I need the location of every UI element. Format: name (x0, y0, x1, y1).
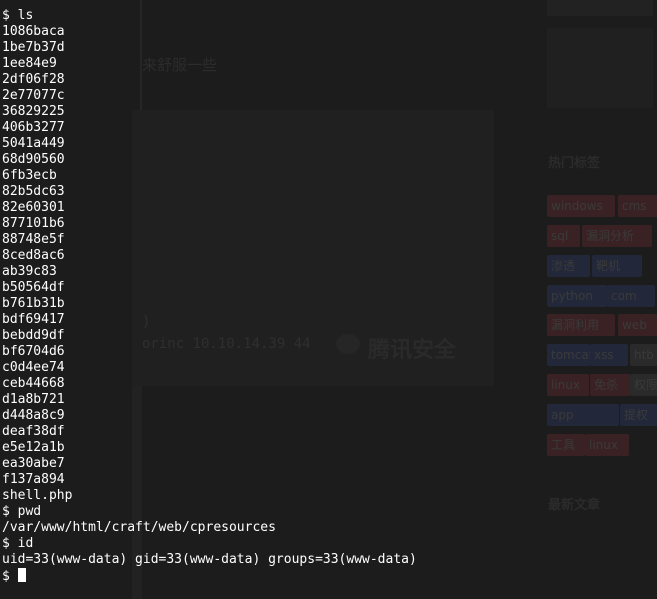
file-entry: 1ee84e9 (2, 56, 57, 71)
file-entry: f137a894 (2, 472, 65, 487)
id-output: uid=33(www-data) gid=33(www-data) groups… (2, 552, 417, 567)
file-entry: c0d4ee74 (2, 360, 65, 375)
file-entry: 1086baca (2, 24, 65, 39)
active-command-line[interactable]: $ (2, 568, 657, 584)
prompt: $ (2, 569, 18, 584)
file-entry: bdf69417 (2, 312, 65, 327)
file-entry: e5e12a1b (2, 440, 65, 455)
command-text: id (17, 536, 34, 551)
file-entry: 36829225 (2, 104, 65, 119)
command-text: ls (17, 8, 34, 23)
prompt: $ (2, 536, 18, 551)
file-entry: ceb44668 (2, 376, 65, 391)
command-line-ls: $ ls (2, 8, 657, 24)
file-entry: b761b31b (2, 296, 65, 311)
file-entry: 877101b6 (2, 216, 65, 231)
ls-output: 1086baca 1be7b37d 1ee84e9 2df06f28 2e77077c 3… (2, 24, 657, 504)
file-entry: 406b3277 (2, 120, 65, 135)
file-entry: bf6704d6 (2, 344, 65, 359)
file-entry: d448a8c9 (2, 408, 65, 423)
file-entry: 2df06f28 (2, 72, 65, 87)
file-entry: bebdd9df (2, 328, 65, 343)
text-cursor (17, 568, 26, 582)
file-entry: deaf38df (2, 424, 65, 439)
file-entry: d1a8b721 (2, 392, 65, 407)
terminal-window[interactable]: $ ls 1086baca 1be7b37d 1ee84e9 2df06f28 2e77… (0, 0, 657, 599)
file-entry: 68d90560 (2, 152, 65, 167)
command-text: pwd (17, 504, 42, 519)
file-entry: 2e77077c (2, 88, 65, 103)
file-entry: 8ced8ac6 (2, 248, 65, 263)
pwd-output: /var/www/html/craft/web/cpresources (2, 520, 276, 535)
file-entry: 88748e5f (2, 232, 65, 247)
prompt: $ (2, 504, 18, 519)
file-entry: 5041a449 (2, 136, 65, 151)
file-entry: 1be7b37d (2, 40, 65, 55)
prompt: $ (2, 8, 18, 23)
command-line-id: $ id (2, 536, 657, 552)
file-entry: 82e60301 (2, 200, 65, 215)
file-entry: ab39c83 (2, 264, 57, 279)
file-entry: 6fb3ecb (2, 168, 57, 183)
file-entry: b50564df (2, 280, 65, 295)
file-entry: 82b5dc63 (2, 184, 65, 199)
file-entry: shell.php (2, 488, 73, 503)
file-entry: ea30abe7 (2, 456, 65, 471)
command-line-pwd: $ pwd (2, 504, 657, 520)
